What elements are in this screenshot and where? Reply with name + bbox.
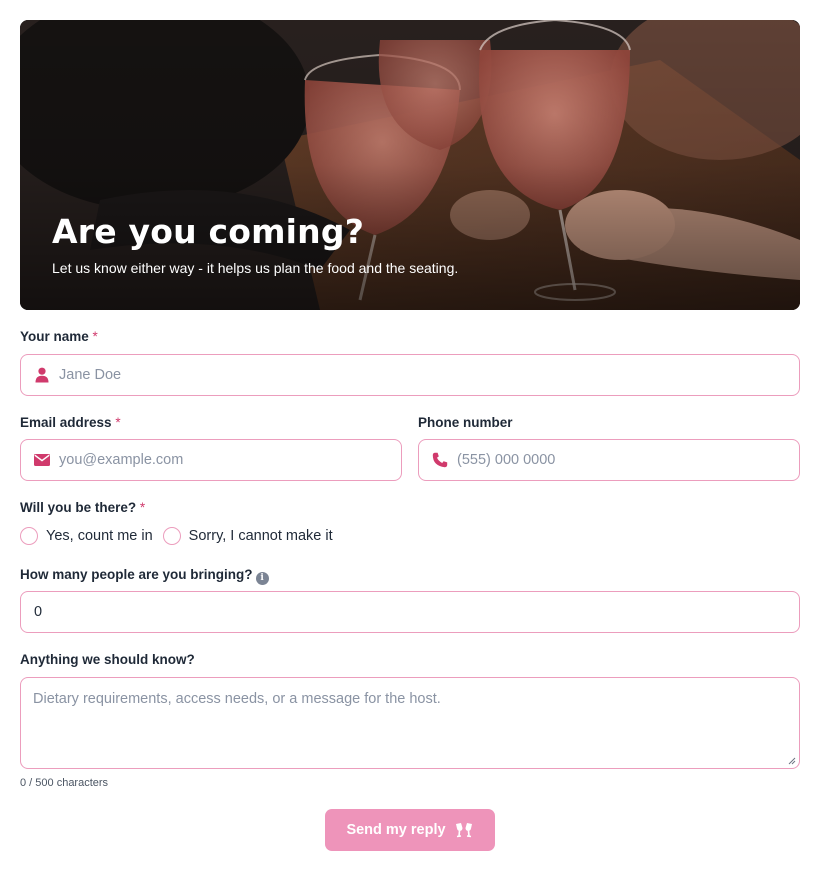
hero-banner: Are you coming? Let us know either way -… [20, 20, 800, 310]
attendance-radio-group: Yes, count me in Sorry, I cannot make it [20, 527, 343, 545]
name-input[interactable] [59, 367, 721, 383]
required-marker: * [139, 500, 146, 515]
name-field-wrapper [20, 354, 800, 396]
resize-handle-icon[interactable] [788, 757, 796, 765]
send-reply-button[interactable]: Send my reply [325, 809, 495, 851]
attendance-option-no[interactable]: Sorry, I cannot make it [162, 527, 333, 545]
send-reply-label: Send my reply [346, 822, 446, 838]
phone-input[interactable] [457, 452, 780, 468]
user-icon [33, 366, 51, 384]
email-input[interactable] [59, 452, 382, 468]
guests-count-input[interactable] [34, 604, 735, 620]
page-title: Are you coming? [52, 212, 365, 251]
required-marker: * [115, 415, 121, 430]
phone-label: Phone number [418, 415, 513, 430]
notes-textarea[interactable] [21, 678, 799, 768]
radio-button[interactable] [20, 527, 38, 545]
phone-icon [431, 451, 449, 469]
notes-label: Anything we should know? [20, 652, 195, 667]
page-subtitle: Let us know either way - it helps us pla… [52, 260, 459, 276]
attendance-option-yes[interactable]: Yes, count me in [20, 527, 153, 545]
clinking-glasses-icon [454, 822, 474, 838]
guests-label: How many people are you bringing? i [20, 567, 269, 585]
email-label: Email address * [20, 415, 121, 430]
required-marker: * [92, 329, 98, 344]
name-label: Your name * [20, 329, 98, 344]
info-icon[interactable]: i [255, 572, 269, 585]
radio-button[interactable] [162, 527, 181, 545]
attendance-label: Will you be there? * [20, 500, 146, 515]
phone-field-wrapper [418, 439, 800, 481]
envelope-icon [33, 451, 51, 469]
notes-field-wrapper [20, 677, 800, 769]
guests-field-wrapper [20, 591, 800, 633]
email-field-wrapper [20, 439, 402, 481]
character-counter: 0 / 500 characters [20, 777, 109, 789]
